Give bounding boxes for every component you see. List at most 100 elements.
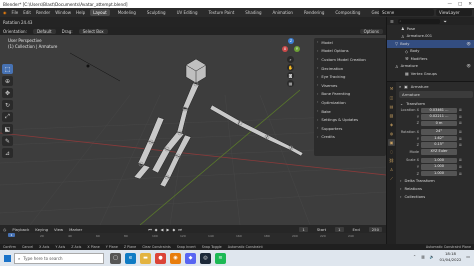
scale-z-value[interactable]: 1.000 — [421, 170, 457, 177]
tab-compositing[interactable]: Compositing — [332, 9, 363, 16]
annotate-tool-icon[interactable]: ✎ — [2, 136, 13, 146]
eye-icon[interactable]: 👁 — [466, 64, 471, 68]
object-name-field[interactable]: Armature — [399, 91, 473, 98]
minimize-button[interactable]: — — [447, 2, 452, 7]
menu-edit[interactable]: Edit — [23, 10, 31, 15]
orientation-dropdown[interactable]: Default — [32, 28, 56, 34]
taskbar-search-input[interactable]: ⌕ Type here to search — [14, 252, 104, 264]
edge-icon[interactable]: e — [125, 252, 136, 264]
view-menu[interactable]: View — [54, 227, 63, 232]
next-key-icon[interactable]: ◆ — [172, 227, 175, 232]
tab-sculpting[interactable]: Sculpting — [144, 9, 169, 16]
scale-x-value[interactable]: 1.000 — [421, 157, 457, 164]
rotation-y-field[interactable]: Y 1.62° ⊠ — [397, 135, 474, 142]
navigation-gizmo[interactable]: Z X Y ⌕ ✋ ◙ ▦ — [282, 38, 300, 88]
bone-hand-left[interactable] — [133, 164, 151, 180]
lock-icon[interactable]: ⊠ — [459, 121, 462, 125]
playhead[interactable]: 1 — [8, 233, 15, 237]
lock-icon[interactable]: ⊠ — [459, 108, 462, 112]
close-button[interactable]: ✕ — [468, 2, 472, 7]
collections-section[interactable]: › Collections — [397, 193, 474, 201]
bone-tab-icon[interactable]: ⟋ — [388, 175, 395, 182]
world-tab-icon[interactable]: ◍ — [388, 130, 395, 137]
lock-icon[interactable]: ⊠ — [459, 137, 462, 141]
scale-y-value[interactable]: 1.000 — [421, 164, 457, 170]
scale-y-field[interactable]: Y 1.000 ⊠ — [397, 164, 474, 171]
rotate-tool-icon[interactable]: ↻ — [2, 100, 13, 110]
armature-root-cube[interactable] — [185, 58, 207, 84]
panel-settings-updates[interactable]: › Settings & Updates — [314, 115, 386, 124]
view-layer-tab-icon[interactable]: ▧ — [388, 112, 395, 119]
view-layer-selector[interactable]: ViewLayer — [436, 9, 472, 16]
grid-view-icon[interactable]: ▦ — [287, 80, 294, 87]
bone-hand-right[interactable] — [289, 146, 304, 157]
bone-shin-left[interactable] — [151, 147, 171, 174]
options-dropdown[interactable]: Options — [359, 28, 383, 34]
output-tab-icon[interactable]: ▤ — [388, 103, 395, 110]
outliner-item-body[interactable]: ▽ Body 👁 — [387, 40, 474, 48]
armature-bones[interactable] — [133, 82, 304, 188]
taskbar-clock[interactable]: 18:18 01/04/2022 — [440, 251, 462, 262]
scene-tab-icon[interactable]: ◈ — [388, 121, 395, 128]
tab-uv-editing[interactable]: UV Editing — [174, 9, 201, 16]
gizmo-y-axis[interactable]: Y — [294, 46, 300, 52]
bone-forearm-right[interactable] — [265, 134, 293, 151]
timeline-area[interactable]: 1 20 40 60 80 100 120 140 160 180 200 22… — [0, 233, 386, 244]
tab-rendering[interactable]: Rendering — [301, 9, 327, 16]
filter-icon[interactable]: ⏷ — [444, 19, 447, 24]
bone-forearm-left[interactable] — [137, 140, 155, 166]
location-x-value[interactable]: 0.03461 ... — [421, 107, 457, 114]
location-z-value[interactable]: 0 m — [421, 120, 457, 127]
cursor-tool-icon[interactable]: ⊕ — [2, 76, 13, 86]
constraints-tab-icon[interactable]: ⛓ — [388, 157, 395, 164]
menu-window[interactable]: Window — [55, 10, 71, 15]
outliner-item-pose[interactable]: ♟ Pose — [387, 25, 474, 33]
panel-credits[interactable]: › Credits — [314, 133, 386, 142]
lock-icon[interactable]: ⊠ — [459, 158, 462, 162]
rotation-mode-dropdown[interactable]: XYZ Euler — [421, 149, 457, 155]
blender-logo-icon[interactable]: ◉ — [3, 10, 7, 15]
bone-spine[interactable] — [182, 82, 200, 110]
editor-type-icon[interactable]: ☰ — [390, 19, 394, 24]
move-tool-icon[interactable]: ✥ — [2, 88, 13, 98]
transform-tool-icon[interactable]: ⬕ — [2, 124, 13, 134]
maximize-button[interactable]: □ — [458, 2, 462, 7]
scale-z-field[interactable]: Z 1.000 ⊠ — [397, 170, 474, 177]
relations-section[interactable]: › Relations — [397, 185, 474, 193]
outliner-item-vertex-groups[interactable]: ▦ Vertex Groups — [387, 70, 474, 78]
keying-menu[interactable]: Keying — [35, 227, 48, 232]
outliner-item-armature-001[interactable]: ♙ Armature.001 — [387, 33, 474, 41]
location-z-field[interactable]: Z0 m ⊠ — [397, 120, 474, 127]
light-object[interactable] — [86, 64, 90, 68]
lock-icon[interactable]: ⊠ — [459, 165, 462, 169]
timeline-editor-icon[interactable]: ◷ — [3, 227, 6, 232]
start-frame-field[interactable]: 1 — [335, 226, 344, 232]
bone-upperarm-right[interactable] — [237, 120, 269, 140]
outliner-item-armature[interactable]: ♙ Armature 👁 — [387, 63, 474, 71]
tab-animation[interactable]: Animation — [270, 9, 296, 16]
eye-icon[interactable]: 👁 — [466, 42, 471, 46]
tab-shading[interactable]: Shading — [242, 9, 264, 16]
menu-render[interactable]: Render — [36, 10, 50, 15]
panel-model[interactable]: › Model — [314, 38, 386, 47]
scene-selector[interactable]: Scene — [379, 9, 434, 16]
search-icon[interactable]: ⌕ — [399, 84, 401, 89]
panel-bake[interactable]: › Bake — [314, 107, 386, 116]
render-tab-icon[interactable]: ◫ — [388, 94, 395, 101]
jump-start-icon[interactable]: ⏮ — [148, 227, 151, 232]
current-frame-field[interactable]: 1 — [299, 226, 308, 232]
location-x-field[interactable]: Location X 0.03461 ... ⊠ — [397, 107, 474, 114]
file-explorer-icon[interactable]: ▬ — [140, 252, 151, 264]
rotation-z-value[interactable]: 0.15° — [421, 142, 457, 149]
gizmo-z-axis[interactable]: Z — [288, 38, 294, 44]
menu-file[interactable]: File — [12, 10, 19, 15]
network-icon[interactable]: ▥ — [421, 254, 425, 259]
transform-section[interactable]: ⌄ Transform — [397, 99, 474, 107]
chrome-icon[interactable]: ● — [155, 252, 166, 264]
blender-icon[interactable]: ◉ — [170, 252, 181, 264]
start-button[interactable] — [0, 250, 14, 266]
location-y-field[interactable]: Y 0.02211 ... ⊠ — [397, 114, 474, 121]
rotation-x-field[interactable]: Rotation X 24° ⊠ — [397, 129, 474, 136]
physics-tab-icon[interactable]: ◌ — [388, 148, 395, 155]
task-view-icon[interactable]: ▢ — [110, 252, 121, 264]
